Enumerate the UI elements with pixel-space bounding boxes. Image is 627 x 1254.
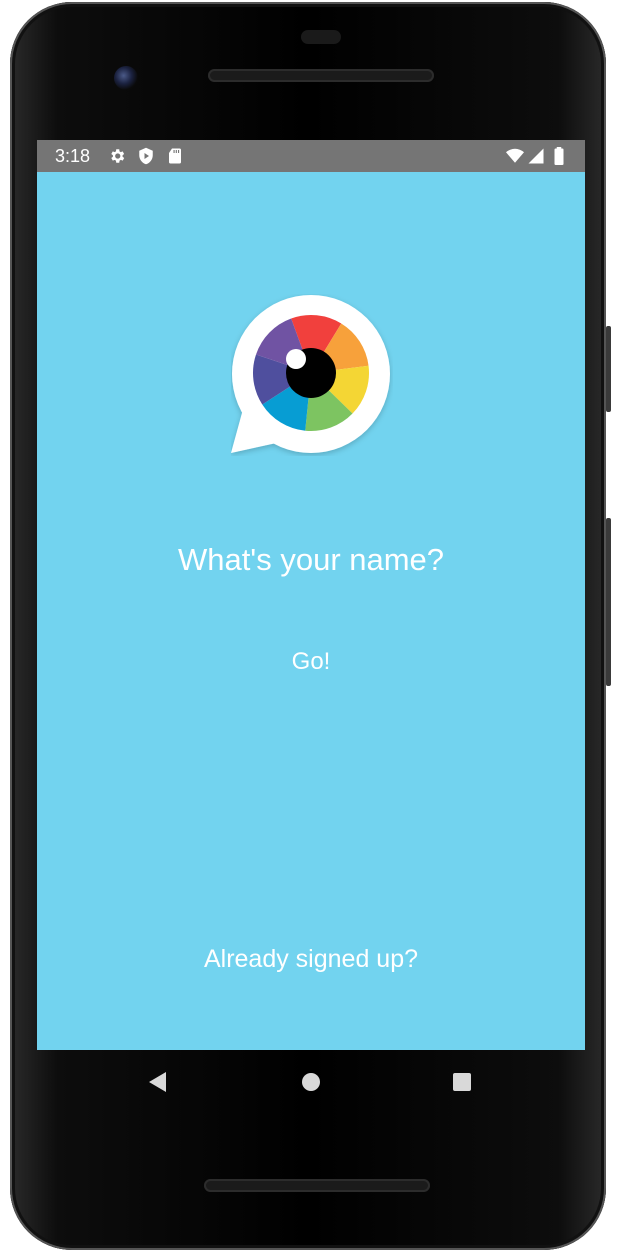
signup-screen: What's your name? Go! Already signed up? — [37, 172, 585, 1050]
wifi-icon — [506, 148, 524, 163]
already-signed-up-link[interactable]: Already signed up? — [161, 939, 461, 979]
volume-button — [606, 326, 611, 412]
cell-signal-icon — [528, 148, 544, 164]
front-camera — [114, 66, 138, 90]
status-time: 3:18 — [55, 146, 91, 166]
battery-icon — [554, 147, 564, 165]
status-bar: 3:18 — [37, 140, 585, 172]
name-prompt: What's your name? — [177, 542, 445, 577]
power-button — [606, 518, 611, 686]
navigation-bar — [37, 1050, 585, 1114]
top-speaker — [208, 69, 434, 82]
speech-bubble-eye-logo — [231, 295, 390, 453]
gear-icon — [111, 149, 125, 163]
go-button[interactable]: Go! — [261, 642, 361, 682]
back-icon[interactable] — [143, 1067, 173, 1097]
bottom-speaker — [204, 1179, 430, 1192]
earpiece — [301, 30, 341, 44]
shield-icon — [139, 147, 153, 165]
sd-card-icon — [169, 148, 181, 164]
home-icon[interactable] — [296, 1067, 326, 1097]
screen: 3:18 What's your name? Go! Already signe… — [37, 140, 585, 1050]
recents-icon[interactable] — [447, 1067, 477, 1097]
